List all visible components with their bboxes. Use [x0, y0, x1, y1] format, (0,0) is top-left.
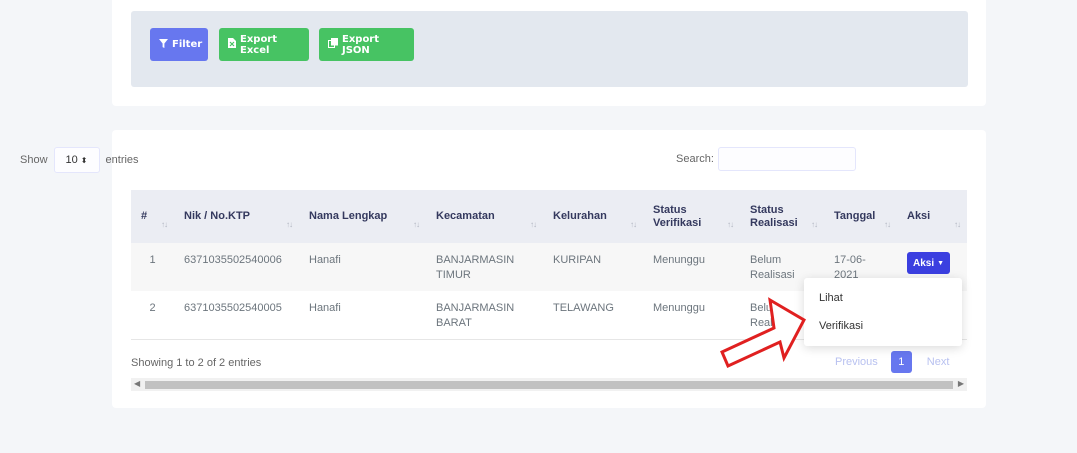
header-kelurahan[interactable]: Kelurahan ↑↓: [543, 190, 643, 243]
cell-kecamatan: BANJARMASIN BARAT: [426, 291, 543, 340]
dropdown-item-lihat[interactable]: Lihat: [819, 292, 843, 304]
scrollbar-thumb[interactable]: [145, 381, 953, 389]
show-label: Show: [20, 154, 48, 166]
cell-kelurahan: KURIPAN: [553, 254, 602, 266]
sort-icon: ↑↓: [161, 220, 168, 229]
header-nik[interactable]: Nik / No.KTP ↑↓: [174, 190, 299, 243]
header-tanggal[interactable]: Tanggal ↑↓: [824, 190, 897, 243]
horizontal-scrollbar[interactable]: ◀ ▶: [131, 378, 967, 391]
cell-no: 1: [149, 254, 156, 266]
export-json-label: Export JSON: [342, 33, 380, 56]
cell-no: 2: [131, 291, 174, 340]
select-arrows-icon: ⬍: [80, 155, 88, 165]
dropdown-item-verifikasi[interactable]: Verifikasi: [819, 320, 863, 332]
scroll-left-icon[interactable]: ◀: [134, 379, 140, 388]
sort-icon: ↑↓: [286, 220, 293, 229]
cell-status-verifikasi: Menunggu: [653, 254, 705, 266]
file-excel-icon: [228, 38, 236, 51]
export-excel-button[interactable]: Export Excel: [219, 28, 309, 61]
export-excel-label: Export Excel: [240, 33, 278, 56]
pagination: Previous 1 Next: [826, 351, 958, 373]
annotation-arrow-icon: [720, 294, 810, 374]
page-length-control: Show 10 ⬍ entries: [20, 147, 139, 173]
table-info: Showing 1 to 2 of 2 entries: [131, 357, 262, 369]
filter-button[interactable]: Filter: [150, 28, 208, 61]
search-control: Search:: [676, 147, 856, 171]
aksi-dropdown-menu: Lihat Verifikasi: [804, 278, 962, 346]
page-button-1[interactable]: 1: [890, 351, 912, 373]
sort-icon: ↑↓: [413, 220, 420, 229]
filter-card: Filter Export Excel Export JSON: [112, 0, 986, 106]
header-kecamatan[interactable]: Kecamatan ↑↓: [426, 190, 543, 243]
entries-label: entries: [105, 154, 139, 166]
sort-icon: ↑↓: [954, 220, 961, 229]
page-length-select[interactable]: 10 ⬍: [53, 147, 100, 173]
filter-icon: [159, 38, 168, 51]
search-input[interactable]: [717, 147, 856, 171]
cell-nama: Hanafi: [299, 291, 426, 340]
scroll-right-icon[interactable]: ▶: [958, 379, 964, 388]
filter-panel: Filter Export Excel Export JSON: [131, 11, 968, 87]
cell-nik: 6371035502540006: [184, 254, 282, 266]
header-status-realisasi[interactable]: Status Realisasi ↑↓: [740, 190, 824, 243]
sort-icon: ↑↓: [530, 220, 537, 229]
next-button[interactable]: Next: [918, 351, 959, 373]
copy-icon: [328, 38, 338, 51]
sort-icon: ↑↓: [811, 220, 818, 229]
sort-icon: ↑↓: [884, 220, 891, 229]
sort-icon: ↑↓: [630, 220, 637, 229]
header-nama-lengkap[interactable]: Nama Lengkap ↑↓: [299, 190, 426, 243]
cell-kecamatan: BANJARMASIN TIMUR: [436, 254, 515, 281]
caret-down-icon: ▼: [937, 259, 945, 267]
sort-icon: ↑↓: [727, 220, 734, 229]
cell-nik: 6371035502540005: [174, 291, 299, 340]
aksi-dropdown-button[interactable]: Aksi ▼: [907, 252, 951, 274]
header-aksi[interactable]: Aksi ↑↓: [897, 190, 967, 243]
previous-button[interactable]: Previous: [826, 351, 887, 373]
search-label: Search:: [676, 153, 714, 165]
header-status-verifikasi[interactable]: Status Verifikasi ↑↓: [643, 190, 740, 243]
page-length-value: 10: [65, 154, 78, 166]
aksi-label: Aksi: [913, 257, 935, 269]
export-json-button[interactable]: Export JSON: [319, 28, 414, 61]
cell-kelurahan: TELAWANG: [543, 291, 643, 340]
table-header-row: # ↑↓ Nik / No.KTP ↑↓ Nama Lengkap ↑↓ Kecama…: [131, 190, 967, 243]
header-no[interactable]: # ↑↓: [131, 190, 174, 243]
cell-nama: Hanafi: [309, 254, 341, 266]
filter-button-label: Filter: [172, 39, 203, 50]
